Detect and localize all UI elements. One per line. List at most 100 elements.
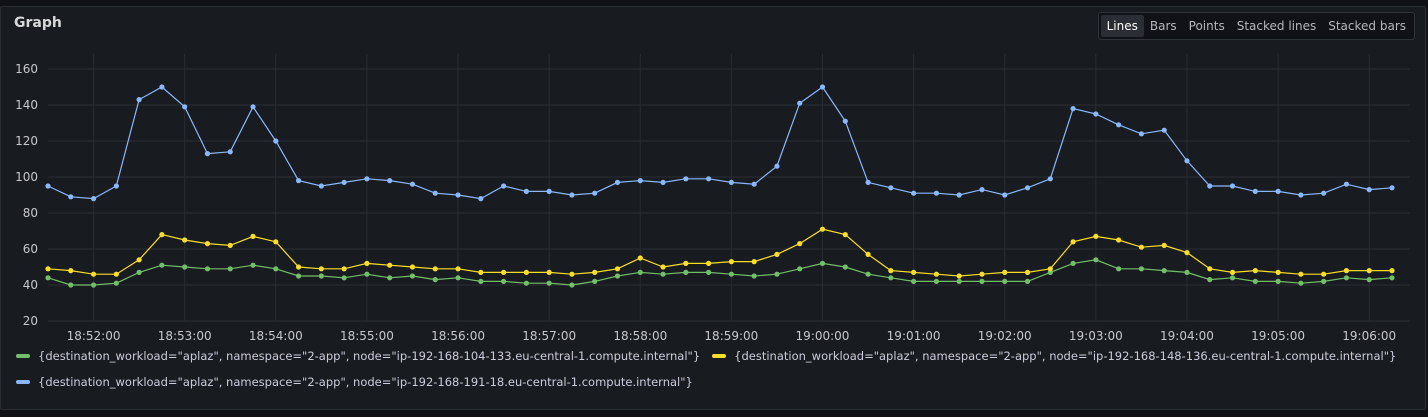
data-point[interactable] bbox=[387, 262, 393, 268]
data-point[interactable] bbox=[797, 266, 803, 272]
data-point[interactable] bbox=[1275, 269, 1281, 275]
data-point[interactable] bbox=[90, 196, 97, 202]
data-point[interactable] bbox=[500, 183, 507, 189]
data-point[interactable] bbox=[295, 178, 302, 184]
data-point[interactable] bbox=[660, 271, 666, 277]
data-point[interactable] bbox=[865, 251, 871, 257]
data-point[interactable] bbox=[113, 183, 119, 189]
data-point[interactable] bbox=[956, 278, 962, 284]
data-point[interactable] bbox=[774, 251, 780, 257]
data-point[interactable] bbox=[364, 271, 370, 277]
data-point[interactable] bbox=[1298, 192, 1304, 198]
data-point[interactable] bbox=[182, 237, 188, 243]
data-point[interactable] bbox=[1184, 269, 1190, 275]
data-point[interactable] bbox=[273, 266, 279, 272]
data-point[interactable] bbox=[614, 273, 621, 279]
data-point[interactable] bbox=[136, 257, 142, 263]
data-point[interactable] bbox=[500, 269, 507, 275]
data-point[interactable] bbox=[1275, 188, 1281, 194]
data-point[interactable] bbox=[865, 271, 871, 277]
data-point[interactable] bbox=[478, 196, 484, 202]
data-point[interactable] bbox=[409, 264, 416, 270]
legend-item-series-3[interactable]: {destination_workload="aplaz", namespace… bbox=[16, 375, 693, 389]
data-point[interactable] bbox=[842, 264, 848, 270]
data-point[interactable] bbox=[182, 104, 188, 110]
data-point[interactable] bbox=[227, 266, 233, 272]
data-point[interactable] bbox=[660, 179, 666, 185]
data-point[interactable] bbox=[1070, 106, 1076, 112]
data-point[interactable] bbox=[455, 266, 461, 272]
data-point[interactable] bbox=[113, 280, 119, 286]
data-point[interactable] bbox=[1184, 158, 1190, 164]
data-point[interactable] bbox=[432, 190, 438, 196]
data-point[interactable] bbox=[523, 269, 529, 275]
data-point[interactable] bbox=[979, 187, 985, 193]
data-point[interactable] bbox=[432, 277, 438, 283]
data-point[interactable] bbox=[523, 280, 529, 286]
data-point[interactable] bbox=[1138, 131, 1145, 137]
data-point[interactable] bbox=[1343, 275, 1350, 281]
data-point[interactable] bbox=[500, 278, 507, 284]
data-point[interactable] bbox=[523, 188, 529, 194]
data-point[interactable] bbox=[1366, 187, 1372, 193]
data-point[interactable] bbox=[751, 273, 757, 279]
data-point[interactable] bbox=[546, 280, 552, 286]
data-point[interactable] bbox=[1389, 268, 1395, 274]
data-point[interactable] bbox=[683, 176, 689, 182]
data-point[interactable] bbox=[706, 260, 712, 266]
data-point[interactable] bbox=[1252, 188, 1258, 194]
legend-item-series-1[interactable]: {destination_workload="aplaz", namespace… bbox=[16, 349, 700, 363]
data-point[interactable] bbox=[227, 242, 233, 248]
data-point[interactable] bbox=[1207, 277, 1213, 283]
data-point[interactable] bbox=[364, 260, 370, 266]
data-point[interactable] bbox=[774, 271, 780, 277]
data-point[interactable] bbox=[569, 282, 575, 288]
data-point[interactable] bbox=[1070, 239, 1076, 245]
data-point[interactable] bbox=[842, 232, 848, 238]
data-point[interactable] bbox=[728, 259, 734, 265]
data-point[interactable] bbox=[1024, 269, 1031, 275]
data-point[interactable] bbox=[227, 149, 233, 155]
data-point[interactable] bbox=[1138, 266, 1145, 272]
data-point[interactable] bbox=[1275, 278, 1281, 284]
data-point[interactable] bbox=[136, 97, 142, 103]
data-point[interactable] bbox=[1366, 268, 1372, 274]
data-point[interactable] bbox=[387, 275, 393, 281]
data-point[interactable] bbox=[204, 151, 211, 157]
data-point[interactable] bbox=[1321, 271, 1327, 277]
data-point[interactable] bbox=[1366, 277, 1372, 283]
data-point[interactable] bbox=[956, 273, 962, 279]
data-point[interactable] bbox=[660, 264, 666, 270]
data-point[interactable] bbox=[136, 269, 142, 275]
data-point[interactable] bbox=[614, 179, 621, 185]
data-point[interactable] bbox=[888, 185, 894, 191]
data-point[interactable] bbox=[318, 183, 324, 189]
data-point[interactable] bbox=[979, 271, 985, 277]
data-point[interactable] bbox=[1161, 242, 1167, 248]
data-point[interactable] bbox=[1116, 237, 1122, 243]
data-point[interactable] bbox=[1252, 278, 1258, 284]
data-point[interactable] bbox=[751, 181, 757, 187]
data-point[interactable] bbox=[592, 278, 598, 284]
data-point[interactable] bbox=[1070, 260, 1076, 266]
data-point[interactable] bbox=[546, 188, 552, 194]
data-point[interactable] bbox=[68, 268, 74, 274]
data-point[interactable] bbox=[318, 266, 324, 272]
data-point[interactable] bbox=[455, 275, 461, 281]
data-point[interactable] bbox=[1002, 192, 1008, 198]
data-point[interactable] bbox=[455, 192, 461, 198]
data-point[interactable] bbox=[364, 176, 370, 182]
data-point[interactable] bbox=[1343, 268, 1350, 274]
data-point[interactable] bbox=[1184, 250, 1190, 256]
data-point[interactable] bbox=[68, 194, 74, 200]
data-point[interactable] bbox=[933, 190, 940, 196]
data-point[interactable] bbox=[774, 163, 780, 169]
data-point[interactable] bbox=[1229, 275, 1236, 281]
data-point[interactable] bbox=[683, 260, 689, 266]
data-point[interactable] bbox=[409, 273, 416, 279]
data-point[interactable] bbox=[432, 266, 438, 272]
data-point[interactable] bbox=[45, 266, 51, 272]
data-point[interactable] bbox=[592, 190, 598, 196]
data-point[interactable] bbox=[1298, 280, 1304, 286]
data-point[interactable] bbox=[1252, 268, 1258, 274]
